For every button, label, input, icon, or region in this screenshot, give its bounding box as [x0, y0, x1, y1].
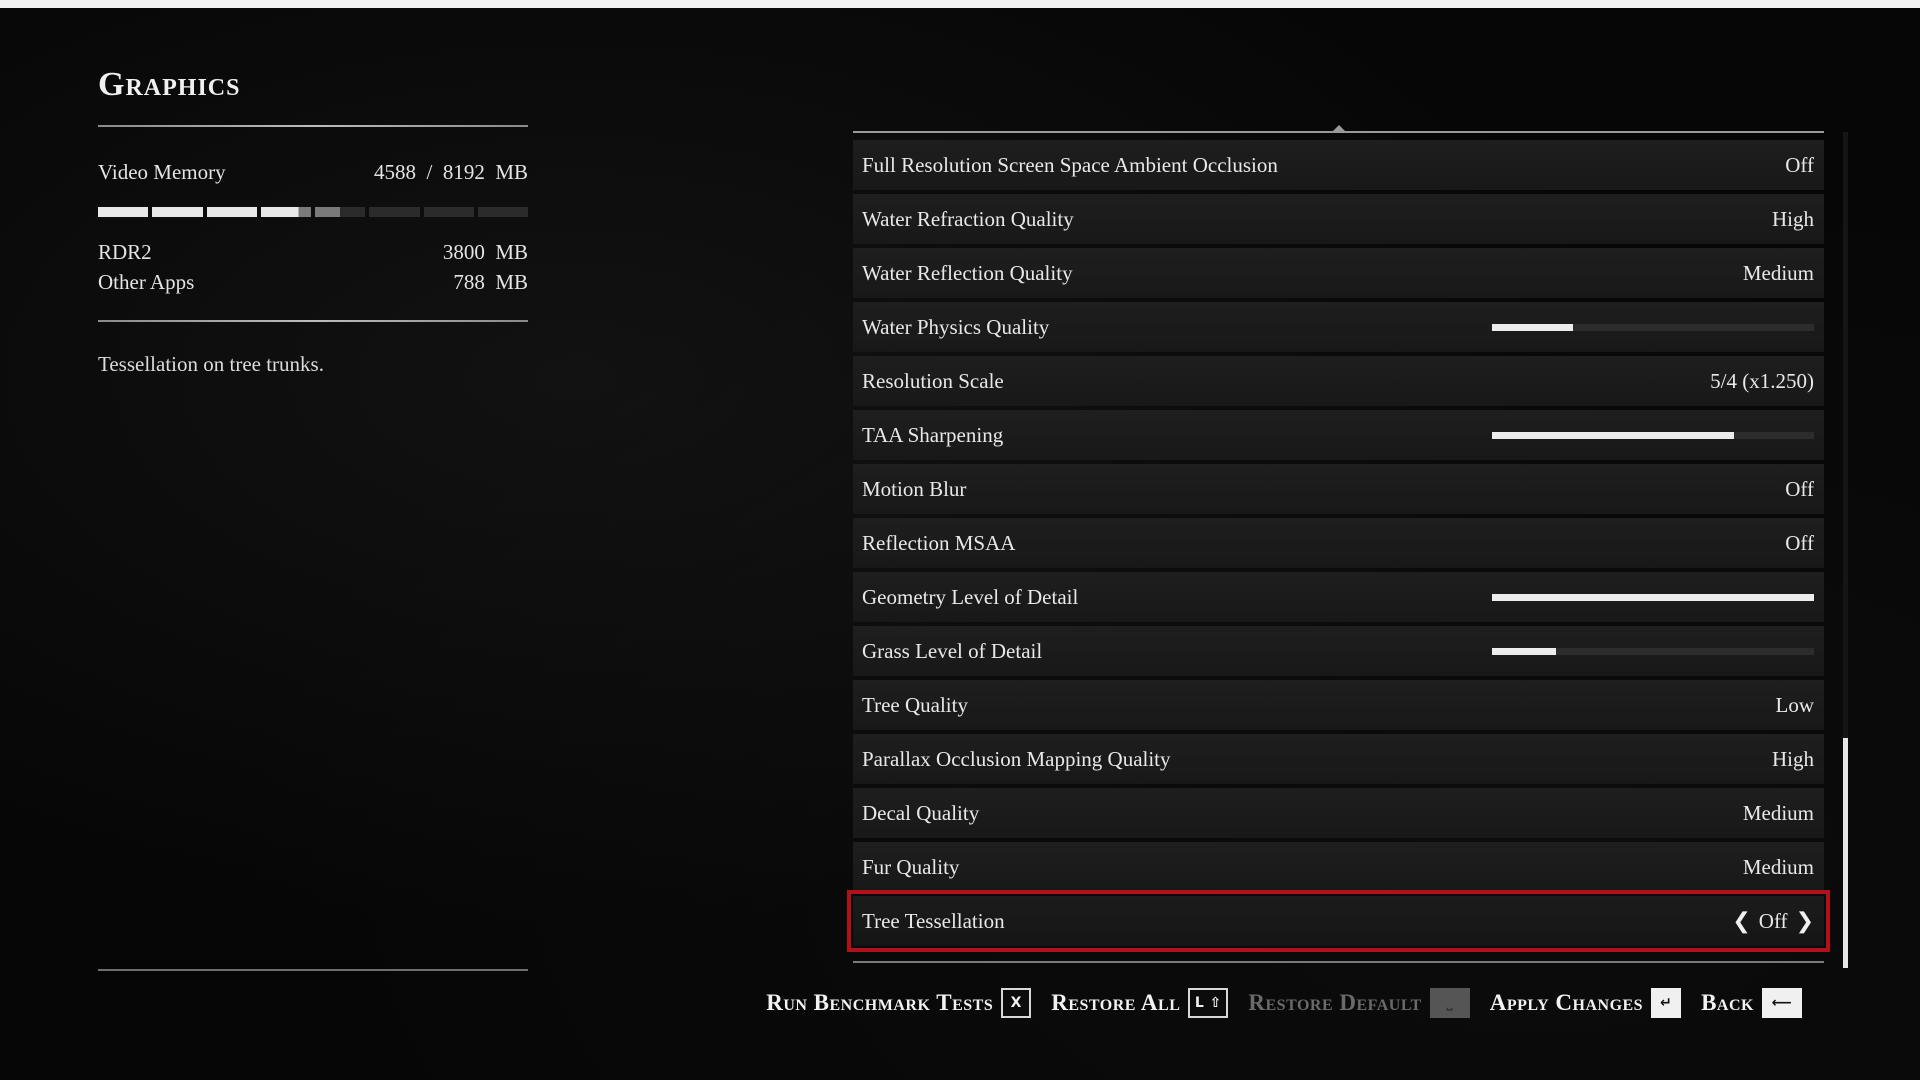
setting-row[interactable]: Water Reflection Quality Medium	[853, 248, 1824, 298]
setting-label: Fur Quality	[862, 854, 960, 879]
run-benchmark-button[interactable]: Run Benchmark Tests X	[766, 988, 1032, 1018]
setting-label: Tree Tessellation	[862, 908, 1005, 933]
setting-slider[interactable]	[1492, 431, 1814, 439]
memory-segment	[315, 207, 366, 217]
memory-segment	[206, 207, 257, 217]
setting-label: Resolution Scale	[862, 368, 1004, 393]
restore-all-button[interactable]: Restore All L ⇧	[1051, 988, 1229, 1018]
setting-description: Tessellation on tree trunks.	[98, 352, 324, 376]
restore-default-button[interactable]: Restore Default ⎵	[1248, 988, 1470, 1018]
scroll-up-indicator-icon	[1333, 125, 1345, 131]
setting-row[interactable]: Tree Quality Low	[853, 680, 1824, 730]
other-apps-label: Other Apps	[98, 270, 195, 294]
rdr2-label: RDR2	[98, 240, 152, 264]
setting-value: Medium	[1742, 800, 1814, 825]
setting-value: Off	[1785, 476, 1814, 501]
left-bottom-divider	[98, 969, 528, 971]
rdr2-memory-row: RDR2 3800 MB	[98, 240, 528, 265]
setting-row[interactable]: Water Refraction Quality High	[853, 194, 1824, 244]
memory-segment	[98, 207, 149, 217]
setting-slider[interactable]	[1492, 593, 1814, 601]
back-button[interactable]: Back ⟵	[1701, 988, 1802, 1018]
setting-row[interactable]: Motion Blur Off	[853, 464, 1824, 514]
setting-value: Off	[1758, 908, 1788, 933]
setting-slider[interactable]	[1492, 647, 1814, 655]
setting-value: Medium	[1742, 854, 1814, 879]
setting-value: Off	[1785, 530, 1814, 555]
setting-row[interactable]: Water Physics Quality	[853, 302, 1824, 352]
slider-fill	[1492, 647, 1557, 655]
other-apps-value: 788 MB	[453, 270, 528, 294]
apply-changes-label: Apply Changes	[1489, 990, 1644, 1015]
setting-label: Full Resolution Screen Space Ambient Occ…	[862, 152, 1278, 177]
setting-row[interactable]: Reflection MSAA Off	[853, 518, 1824, 568]
top-strip	[0, 0, 1920, 8]
setting-value: Off	[1785, 152, 1814, 177]
setting-value: High	[1772, 746, 1814, 771]
x-key-icon: X	[1001, 988, 1032, 1018]
space-key-icon: ⎵	[1429, 988, 1470, 1018]
setting-value: 5/4 (x1.250)	[1710, 368, 1814, 393]
setting-value: Low	[1775, 692, 1815, 717]
page-title: Graphics	[98, 66, 241, 103]
setting-row[interactable]: Parallax Occlusion Mapping Quality High	[853, 734, 1824, 784]
setting-value: Medium	[1742, 260, 1814, 285]
setting-row-selected[interactable]: Tree Tessellation ❮ Off ❯	[847, 890, 1830, 952]
setting-label: Water Physics Quality	[862, 314, 1050, 339]
chevron-right-icon[interactable]: ❯	[1796, 909, 1814, 934]
video-memory-value: 4588 / 8192 MB	[373, 160, 528, 184]
setting-row[interactable]: Decal Quality Medium	[853, 788, 1824, 838]
memory-segment	[260, 207, 311, 217]
shift-key-icon: L ⇧	[1188, 988, 1229, 1018]
setting-label: Geometry Level of Detail	[862, 584, 1079, 609]
video-memory-bar	[98, 207, 528, 217]
setting-label: Decal Quality	[862, 800, 980, 825]
restore-all-label: Restore All	[1051, 990, 1181, 1015]
setting-value: High	[1772, 206, 1814, 231]
setting-row[interactable]: TAA Sharpening	[853, 410, 1824, 460]
video-memory-label: Video Memory	[98, 160, 226, 184]
scrollbar[interactable]	[1843, 132, 1848, 968]
graphics-settings-screen: Graphics Video Memory 4588 / 8192 MB RDR…	[0, 0, 1920, 1080]
title-divider	[98, 125, 528, 127]
setting-row[interactable]: Resolution Scale 5/4 (x1.250)	[853, 356, 1824, 406]
video-memory-row: Video Memory 4588 / 8192 MB	[98, 160, 528, 185]
enter-key-icon: ↵	[1651, 988, 1682, 1018]
list-bottom-divider	[853, 961, 1824, 963]
memory-segment	[423, 207, 474, 217]
run-benchmark-label: Run Benchmark Tests	[766, 990, 994, 1015]
other-apps-memory-row: Other Apps 788 MB	[98, 270, 528, 295]
memory-divider	[98, 320, 528, 322]
setting-label: Water Refraction Quality	[862, 206, 1074, 231]
slider-fill	[1492, 593, 1814, 601]
footer-actions: Run Benchmark Tests X Restore All L ⇧ Re…	[766, 988, 1802, 1018]
settings-list: Full Resolution Screen Space Ambient Occ…	[847, 140, 1830, 952]
setting-row[interactable]: Geometry Level of Detail	[853, 572, 1824, 622]
setting-selector: ❮ Off ❯	[1732, 909, 1814, 934]
backspace-key-icon: ⟵	[1762, 988, 1802, 1018]
setting-row[interactable]: Grass Level of Detail	[853, 626, 1824, 676]
slider-fill	[1492, 323, 1573, 331]
memory-segment	[369, 207, 420, 217]
setting-slider[interactable]	[1492, 323, 1814, 331]
restore-default-label: Restore Default	[1248, 990, 1422, 1015]
setting-row[interactable]: Full Resolution Screen Space Ambient Occ…	[853, 140, 1824, 190]
setting-label: TAA Sharpening	[862, 422, 1004, 447]
scrollbar-thumb[interactable]	[1843, 738, 1848, 968]
back-label: Back	[1701, 990, 1754, 1015]
setting-label: Tree Quality	[862, 692, 968, 717]
rdr2-value: 3800 MB	[442, 240, 528, 264]
memory-segment	[152, 207, 203, 217]
setting-label: Grass Level of Detail	[862, 638, 1043, 663]
memory-segment	[477, 207, 528, 217]
setting-label: Reflection MSAA	[862, 530, 1016, 555]
setting-row[interactable]: Fur Quality Medium	[853, 842, 1824, 892]
setting-label: Parallax Occlusion Mapping Quality	[862, 746, 1171, 771]
setting-label: Motion Blur	[862, 476, 967, 501]
apply-changes-button[interactable]: Apply Changes ↵	[1489, 988, 1682, 1018]
chevron-left-icon[interactable]: ❮	[1732, 909, 1750, 934]
setting-label: Water Reflection Quality	[862, 260, 1073, 285]
slider-fill	[1492, 431, 1734, 439]
list-top-divider	[853, 131, 1824, 133]
